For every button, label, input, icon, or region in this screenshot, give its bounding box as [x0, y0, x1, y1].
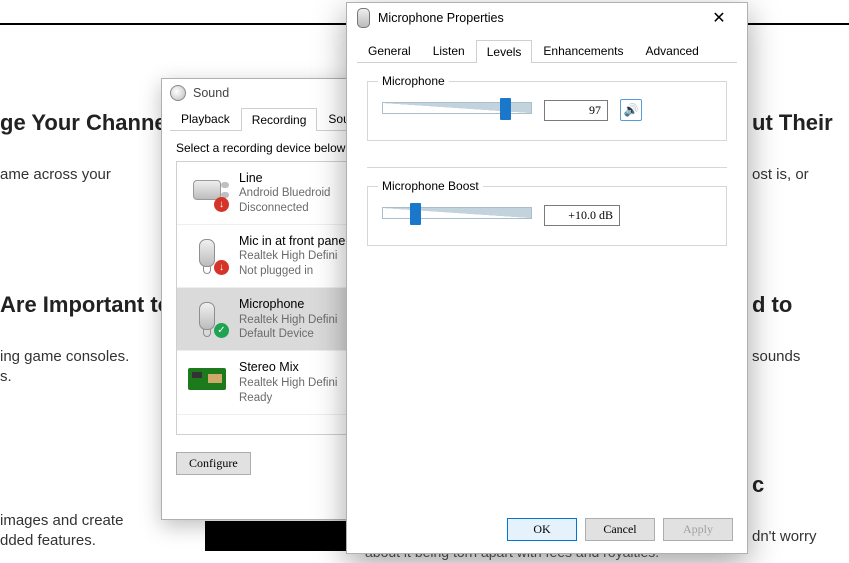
article-r-h1: ut Their — [752, 110, 833, 136]
microphone-boost-slider[interactable] — [382, 203, 532, 227]
microphone-boost-value[interactable] — [544, 205, 620, 226]
sound-title-text: Sound — [193, 86, 229, 100]
slider-thumb[interactable] — [500, 98, 511, 120]
mp-title-text: Microphone Properties — [378, 11, 504, 25]
article-r-h3: c — [752, 472, 764, 498]
tab-levels[interactable]: Levels — [476, 40, 533, 63]
soundboard-icon — [187, 359, 227, 399]
microphone-icon — [357, 8, 370, 28]
sound-icon — [170, 85, 186, 101]
article-p1: ame across your — [0, 166, 111, 183]
slider-thumb[interactable] — [410, 203, 421, 225]
device-sub1: Realtek High Defini — [239, 313, 337, 328]
microphone-level-value[interactable] — [544, 100, 608, 121]
mp-titlebar[interactable]: Microphone Properties ✕ — [347, 3, 747, 33]
apply-button[interactable]: Apply — [663, 518, 733, 541]
microphone-group-label: Microphone — [378, 74, 449, 88]
article-p3b: dded features. — [0, 532, 96, 549]
device-name: Line — [239, 170, 330, 186]
device-name: Stereo Mix — [239, 359, 337, 375]
article-p2b: s. — [0, 368, 12, 385]
line-jack-icon: ↓ — [187, 170, 227, 210]
tab-general[interactable]: General — [357, 39, 422, 62]
article-p3a: images and create — [0, 512, 123, 529]
device-sub1: Realtek High Defini — [239, 249, 345, 264]
cancel-button[interactable]: Cancel — [585, 518, 655, 541]
device-sub1: Realtek High Defini — [239, 376, 337, 391]
tab-recording[interactable]: Recording — [241, 108, 318, 131]
configure-button[interactable]: Configure — [176, 452, 251, 475]
microphone-level-slider[interactable] — [382, 98, 532, 122]
down-arrow-icon: ↓ — [214, 197, 229, 212]
microphone-icon: ↓ — [187, 233, 227, 273]
check-icon: ✓ — [214, 323, 229, 338]
microphone-icon: ✓ — [187, 296, 227, 336]
device-name: Microphone — [239, 296, 337, 312]
close-icon[interactable]: ✕ — [701, 8, 737, 28]
tab-listen[interactable]: Listen — [422, 39, 476, 62]
article-h2: Are Important to — [0, 292, 171, 318]
down-arrow-icon: ↓ — [214, 260, 229, 275]
device-sub2: Default Device — [239, 327, 337, 342]
tab-enhancements[interactable]: Enhancements — [532, 39, 634, 62]
device-sub2: Not plugged in — [239, 264, 345, 279]
device-name: Mic in at front pane — [239, 233, 345, 249]
ok-button[interactable]: OK — [507, 518, 577, 541]
article-r-p2: sounds — [752, 348, 800, 365]
device-sub2: Disconnected — [239, 201, 330, 216]
article-p2a: ing game consoles. — [0, 348, 129, 365]
speaker-icon[interactable]: 🔊 — [620, 99, 642, 121]
boost-group-label: Microphone Boost — [378, 179, 483, 193]
mp-tabs: General Listen Levels Enhancements Advan… — [357, 39, 737, 63]
tab-playback[interactable]: Playback — [170, 107, 241, 130]
article-h1: ge Your Channel — [0, 110, 173, 136]
microphone-boost-group: Microphone Boost — [367, 186, 727, 246]
article-r-p1: ost is, or — [752, 166, 809, 183]
device-sub1: Android Bluedroid — [239, 186, 330, 201]
article-r-h2: d to — [752, 292, 792, 318]
microphone-level-group: Microphone 🔊 — [367, 81, 727, 141]
article-r-p3: dn't worry — [752, 528, 817, 545]
tab-advanced[interactable]: Advanced — [634, 39, 709, 62]
microphone-properties-window: Microphone Properties ✕ General Listen L… — [346, 2, 748, 554]
separator — [367, 167, 727, 168]
device-sub2: Ready — [239, 391, 337, 406]
